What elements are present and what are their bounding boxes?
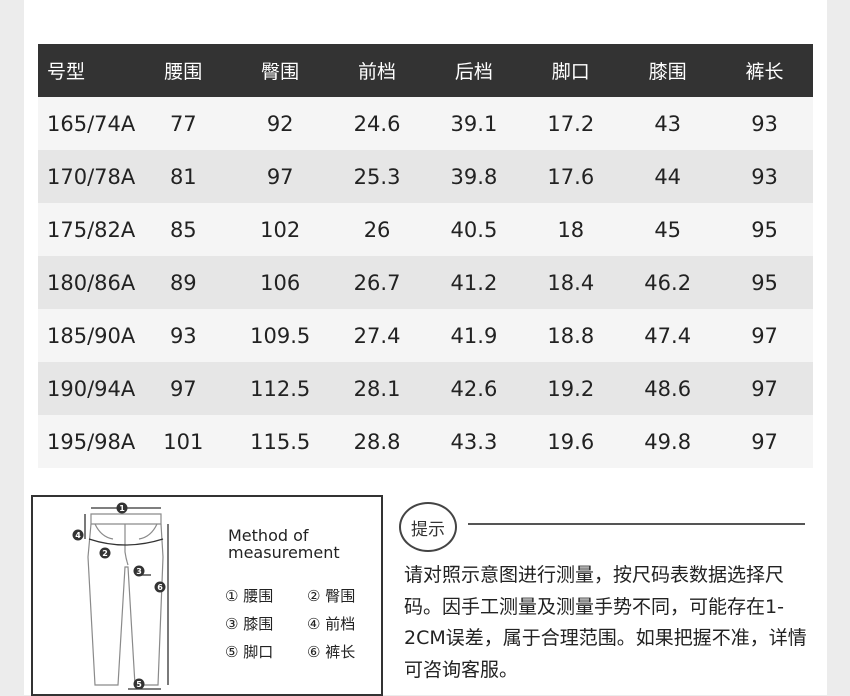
legend-waist: ① 腰围 — [225, 587, 274, 605]
measurement-cell: 97 — [716, 309, 813, 362]
hip-measure-line — [88, 538, 164, 546]
measurement-cell: 28.1 — [328, 362, 426, 415]
size-code-cell: 170/78A — [38, 150, 135, 203]
size-code-cell: 165/74A — [38, 97, 135, 150]
legend-hip: ② 臀围 — [307, 587, 356, 605]
legend-front-rise: ④ 前档 — [307, 615, 356, 633]
measurement-cell: 18.4 — [522, 256, 620, 309]
tip-text: 请对照示意图进行测量，按尺码表数据选择尺码。因手工测量及测量手势不同，可能存在1… — [404, 564, 807, 681]
measurement-cell: 18 — [522, 203, 620, 256]
measurement-cell: 41.2 — [425, 256, 523, 309]
measurement-cell: 43.3 — [425, 415, 523, 468]
column-header: 裤长 — [716, 44, 813, 97]
measurement-cell: 106 — [231, 256, 329, 309]
marker-3-label: 3 — [136, 567, 142, 576]
measurement-cell: 89 — [134, 256, 232, 309]
measurement-cell: 26 — [328, 203, 426, 256]
marker-5-label: 5 — [136, 680, 142, 689]
legend-knee: ③ 膝围 — [225, 615, 274, 633]
measurement-cell: 95 — [716, 256, 813, 309]
measurement-cell: 45 — [619, 203, 717, 256]
pants-pocket-right — [138, 523, 158, 540]
measurement-cell: 95 — [716, 203, 813, 256]
measurement-cell: 81 — [134, 150, 232, 203]
tip-divider — [468, 523, 805, 525]
column-header: 前档 — [328, 44, 426, 97]
table-row: 165/74A 77 92 24.6 39.1 17.2 43 93 — [38, 97, 813, 150]
column-header: 后档 — [425, 44, 523, 97]
measurement-cell: 43 — [619, 97, 717, 150]
measurement-cell: 77 — [134, 97, 232, 150]
measurement-cell: 41.9 — [425, 309, 523, 362]
table-row: 190/94A 97 112.5 28.1 42.6 19.2 48.6 97 — [38, 362, 813, 415]
measurement-cell: 40.5 — [425, 203, 523, 256]
method-title-line2: measurement — [228, 543, 340, 562]
measurement-cell: 18.8 — [522, 309, 620, 362]
table-body: 165/74A 77 92 24.6 39.1 17.2 43 93 170/78A 81 97 25… — [38, 97, 813, 468]
measurement-cell: 46.2 — [619, 256, 717, 309]
pants-pocket-left — [94, 523, 114, 540]
measurement-cell: 26.7 — [328, 256, 426, 309]
table-row: 195/98A 101 115.5 28.8 43.3 19.6 49.8 97 — [38, 415, 813, 468]
measurement-cell: 85 — [134, 203, 232, 256]
measurement-cell: 24.6 — [328, 97, 426, 150]
pants-illustration: 1 4 2 3 6 5 — [72, 502, 169, 690]
table-row: 170/78A 81 97 25.3 39.8 17.6 44 93 — [38, 150, 813, 203]
pants-waistband — [90, 513, 162, 525]
method-title: Method of measurement — [228, 527, 378, 561]
marker-4-label: 4 — [75, 531, 81, 540]
size-code-cell: 180/86A — [38, 256, 135, 309]
measurement-cell: 97 — [134, 362, 232, 415]
measurement-cell: 93 — [716, 97, 813, 150]
measurement-cell: 17.6 — [522, 150, 620, 203]
column-header: 臀围 — [231, 44, 329, 97]
legend-length: ⑥ 裤长 — [307, 643, 356, 661]
size-code-cell: 185/90A — [38, 309, 135, 362]
measurement-cell: 47.4 — [619, 309, 717, 362]
size-code-cell: 190/94A — [38, 362, 135, 415]
measurement-cell: 115.5 — [231, 415, 329, 468]
legend-hem: ⑤ 脚口 — [225, 643, 274, 661]
measurement-cell: 27.4 — [328, 309, 426, 362]
measurement-cell: 112.5 — [231, 362, 329, 415]
table-row: 185/90A 93 109.5 27.4 41.9 18.8 47.4 97 — [38, 309, 813, 362]
measurement-cell: 102 — [231, 203, 329, 256]
size-chart-page: 号型 腰围 臀围 前档 后档 脚口 膝围 裤长 165/74A 77 92 24.6 39.1 17.2… — [24, 0, 827, 696]
column-header: 腰围 — [134, 44, 232, 97]
marker-1-label: 1 — [119, 504, 125, 513]
measurement-cell: 19.6 — [522, 415, 620, 468]
measurement-cell: 44 — [619, 150, 717, 203]
measurement-cell: 93 — [716, 150, 813, 203]
tip-badge: 提示 — [399, 502, 457, 552]
measurement-cell: 39.1 — [425, 97, 523, 150]
measurement-cell: 48.6 — [619, 362, 717, 415]
marker-6-label: 6 — [157, 583, 163, 592]
measurement-cell: 101 — [134, 415, 232, 468]
size-table: 号型 腰围 臀围 前档 后档 脚口 膝围 裤长 165/74A 77 92 24.6 39.1 17.2… — [38, 44, 813, 468]
column-header: 脚口 — [522, 44, 620, 97]
column-header: 膝围 — [619, 44, 717, 97]
measurement-cell: 39.8 — [425, 150, 523, 203]
table-row: 175/82A 85 102 26 40.5 18 45 95 — [38, 203, 813, 256]
measurement-cell: 19.2 — [522, 362, 620, 415]
measurement-cell: 109.5 — [231, 309, 329, 362]
measurement-diagram: 1 4 2 3 6 5 Method of measurement ① 腰围 ②… — [31, 495, 383, 696]
measurement-cell: 97 — [716, 415, 813, 468]
size-code-cell: 175/82A — [38, 203, 135, 256]
table-row: 180/86A 89 106 26.7 41.2 18.4 46.2 95 — [38, 256, 813, 309]
column-header: 号型 — [38, 44, 135, 97]
measurement-cell: 92 — [231, 97, 329, 150]
measurement-cell: 42.6 — [425, 362, 523, 415]
size-code-cell: 195/98A — [38, 415, 135, 468]
measurement-cell: 25.3 — [328, 150, 426, 203]
measurement-cell: 49.8 — [619, 415, 717, 468]
table-header-row: 号型 腰围 臀围 前档 后档 脚口 膝围 裤长 — [38, 44, 813, 97]
measurement-cell: 97 — [716, 362, 813, 415]
measurement-cell: 17.2 — [522, 97, 620, 150]
measurement-cell: 28.8 — [328, 415, 426, 468]
method-title-line1: Method of — [228, 526, 309, 545]
measurement-cell: 93 — [134, 309, 232, 362]
marker-2-label: 2 — [102, 549, 108, 558]
measurement-cell: 97 — [231, 150, 329, 203]
